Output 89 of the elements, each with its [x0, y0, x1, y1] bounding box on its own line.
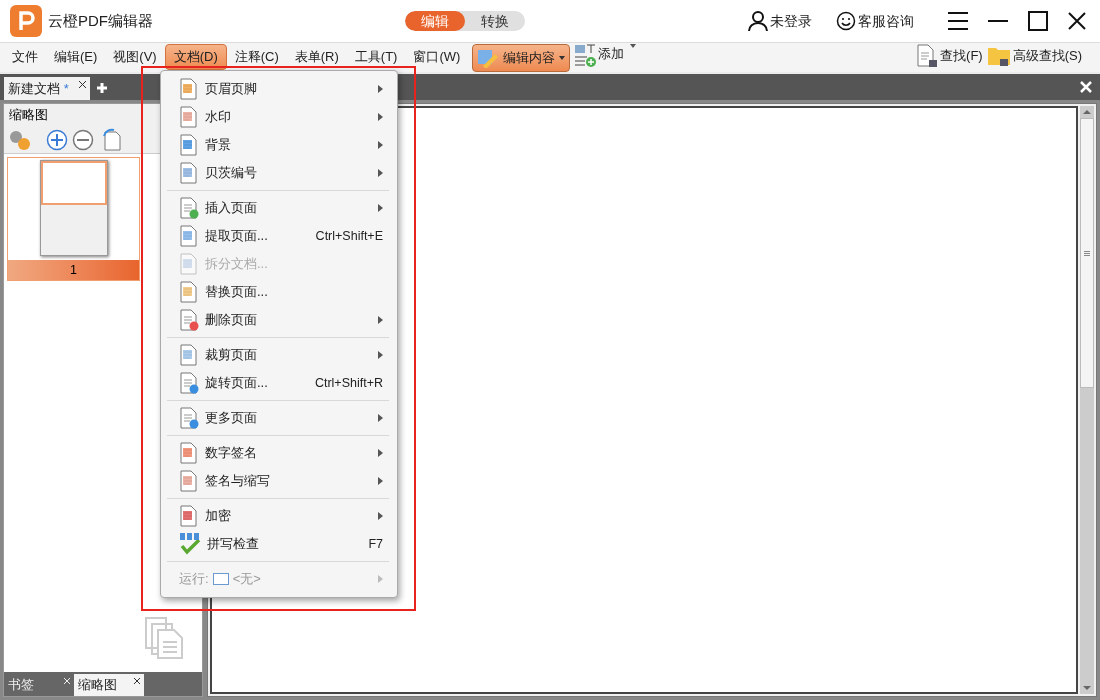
submenu-arrow-icon	[378, 414, 383, 422]
window-icon	[212, 573, 229, 585]
menu-item[interactable]: 拼写检查 F7	[161, 530, 397, 558]
submenu-arrow-icon	[378, 575, 383, 583]
menu-bar-item[interactable]: 表单(R)	[286, 44, 347, 70]
submenu-arrow-icon	[378, 351, 383, 359]
menu-item[interactable]: 数字签名	[161, 439, 397, 467]
menu-bar-item[interactable]: 编辑(E)	[46, 44, 106, 70]
close-icon	[134, 678, 140, 684]
caret-icon	[559, 56, 566, 60]
run-value: <无>	[232, 570, 261, 589]
menu-bar-item[interactable]: 文件	[4, 44, 46, 70]
document-tab[interactable]: 新建文档 *	[4, 77, 90, 100]
close-icon[interactable]	[1068, 12, 1086, 30]
zoom-out-icon[interactable]	[72, 128, 94, 151]
grip-icon	[1084, 250, 1090, 256]
submenu-arrow-icon	[378, 512, 383, 520]
certificate-icon	[179, 442, 199, 464]
advanced-find-button[interactable]: 高级查找(S)	[1012, 46, 1082, 66]
shortcut-label: Ctrl+Shift+R	[314, 374, 383, 392]
submenu-arrow-icon	[378, 113, 383, 121]
signature-icon	[179, 470, 199, 492]
menu-bar-item[interactable]: 工具(T)	[346, 44, 406, 70]
customer-service-link[interactable]: 客服咨询	[858, 10, 914, 32]
crop-page-icon	[179, 344, 199, 366]
menu-bar-item[interactable]: 窗口(W)	[405, 44, 469, 70]
close-icon	[78, 81, 86, 88]
folder-search-icon	[986, 45, 1011, 67]
submenu-arrow-icon	[378, 316, 383, 324]
menu-bar-item[interactable]: 文档(D)	[164, 44, 227, 70]
run-label: 运行:	[179, 570, 209, 589]
replace-page-icon	[179, 281, 199, 303]
menu-item[interactable]: 旋转页面... Ctrl+Shift+R	[161, 369, 397, 397]
menu-item[interactable]: 贝茨编号	[161, 159, 397, 187]
header-footer-icon	[179, 78, 199, 100]
scrollbar-thumb[interactable]	[1080, 118, 1094, 388]
submenu-arrow-icon	[378, 449, 383, 457]
submenu-arrow-icon	[378, 141, 383, 149]
insert-page-icon	[179, 197, 199, 219]
spellcheck-icon	[179, 532, 201, 556]
zoom-in-icon[interactable]	[46, 128, 68, 151]
user-icon	[748, 11, 768, 31]
background-icon	[179, 134, 199, 156]
menu-item[interactable]: 裁剪页面	[161, 341, 397, 369]
find-button[interactable]: 查找(F)	[940, 46, 983, 66]
menu-item[interactable]: 替换页面...	[161, 278, 397, 306]
menu-item[interactable]: 背景	[161, 131, 397, 159]
panel-tab[interactable]: 书签	[4, 674, 74, 696]
new-tab-icon[interactable]	[95, 82, 108, 94]
encrypt-icon	[179, 505, 199, 527]
split-document-icon	[179, 253, 199, 275]
menu-icon[interactable]	[948, 11, 968, 31]
page-thumbnail-frame[interactable]: 1	[7, 157, 140, 281]
menu-item[interactable]: 加密	[161, 502, 397, 530]
edit-content-icon	[477, 48, 500, 68]
menu-bar-item[interactable]: 注释(C)	[226, 44, 287, 70]
menu-item[interactable]: 插入页面	[161, 194, 397, 222]
menu-item[interactable]: 提取页面... Ctrl+Shift+E	[161, 222, 397, 250]
smiley-icon	[836, 11, 856, 31]
submenu-arrow-icon	[378, 477, 383, 485]
shortcut-label: F7	[368, 535, 383, 553]
menu-item[interactable]: 页眉页脚	[161, 75, 397, 103]
login-status[interactable]: 未登录	[770, 10, 812, 32]
menu-item[interactable]: 签名与缩写	[161, 467, 397, 495]
close-icon	[64, 678, 70, 684]
submenu-arrow-icon	[378, 169, 383, 177]
delete-page-icon	[179, 309, 199, 331]
app-title: 云橙PDF编辑器	[48, 10, 153, 31]
maximize-icon[interactable]	[1028, 11, 1048, 31]
page-number: 1	[8, 260, 139, 280]
menu-item[interactable]: 删除页面	[161, 306, 397, 334]
caret-icon[interactable]	[630, 44, 637, 48]
rotate-page-icon	[179, 372, 199, 394]
shortcut-label: Ctrl+Shift+E	[315, 227, 383, 245]
watermark-icon	[179, 106, 199, 128]
edit-content-button[interactable]: 编辑内容	[472, 44, 571, 72]
app-logo	[10, 5, 42, 37]
more-pages-icon	[179, 407, 199, 429]
numbering-icon	[179, 162, 199, 184]
add-button[interactable]: 添加	[598, 44, 625, 64]
panel-tab[interactable]: 缩略图	[74, 674, 144, 696]
vertical-scrollbar[interactable]	[1080, 106, 1094, 694]
menu-bar-item[interactable]: 视图(V)	[105, 44, 165, 70]
extract-page-icon	[179, 225, 199, 247]
submenu-arrow-icon	[378, 85, 383, 93]
rotate-page-icon[interactable]	[102, 127, 124, 152]
mode-tab[interactable]: 转换	[465, 11, 525, 31]
menu-item[interactable]: 更多页面	[161, 404, 397, 432]
submenu-arrow-icon	[378, 204, 383, 212]
